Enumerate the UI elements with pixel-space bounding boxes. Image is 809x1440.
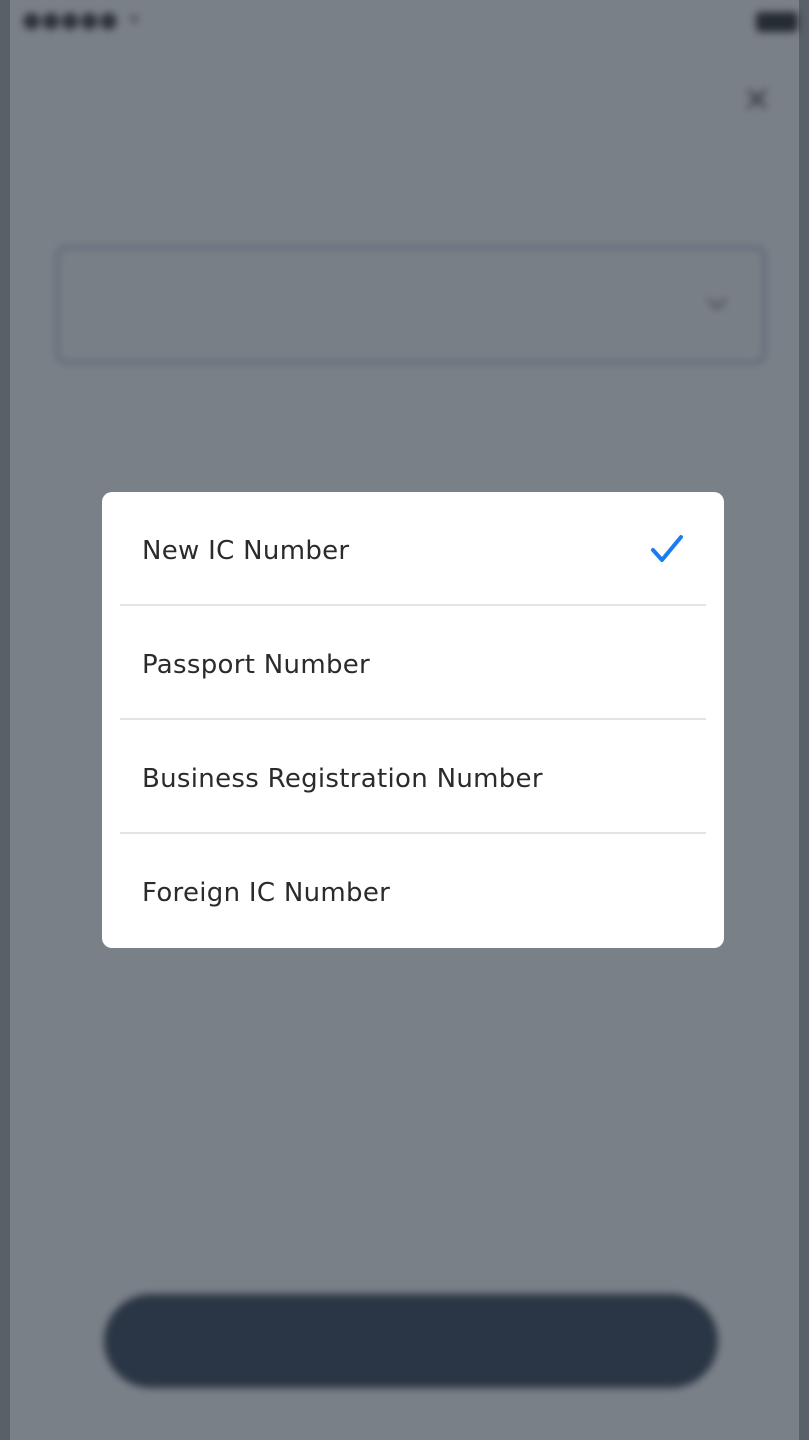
option-passport-number[interactable]: Passport Number: [102, 606, 724, 720]
screen-edge-left: [0, 0, 10, 1440]
option-label: Passport Number: [142, 650, 371, 680]
screen-edge-right: [799, 0, 809, 1440]
option-business-registration-number[interactable]: Business Registration Number: [102, 720, 724, 834]
option-label: New IC Number: [142, 536, 350, 566]
option-label: Business Registration Number: [142, 764, 543, 794]
phone-screen: ●●●●● ⚬ New IC Numbe: [0, 0, 809, 1440]
option-foreign-ic-number[interactable]: Foreign IC Number: [102, 834, 724, 948]
id-type-picker: New IC Number Passport Number Business R…: [102, 492, 724, 948]
option-new-ic-number[interactable]: New IC Number: [102, 492, 724, 606]
checkmark-icon: [651, 535, 683, 562]
option-label: Foreign IC Number: [142, 878, 391, 908]
